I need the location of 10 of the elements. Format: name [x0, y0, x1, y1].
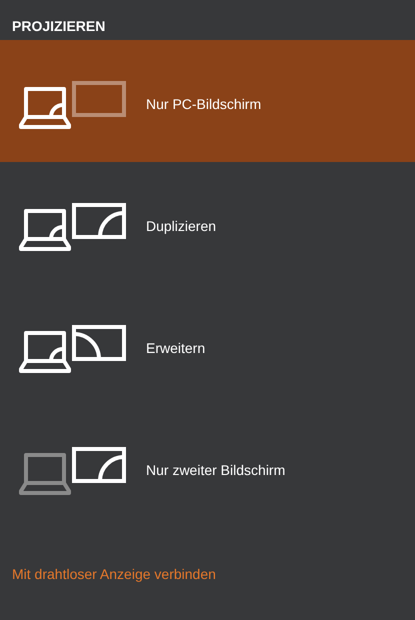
- laptop-monitor-icon: [18, 447, 128, 497]
- display-mode-option[interactable]: Duplizieren: [0, 162, 415, 284]
- display-mode-option[interactable]: Nur PC-Bildschirm: [0, 40, 415, 162]
- display-mode-option[interactable]: Erweitern: [0, 284, 415, 406]
- laptop-monitor-icon: [18, 325, 128, 375]
- laptop-monitor-icon: [18, 81, 128, 131]
- wireless-display-link[interactable]: Mit drahtloser Anzeige verbinden: [12, 566, 216, 582]
- panel-title: PROJIZIEREN: [11, 17, 106, 36]
- display-mode-option[interactable]: Nur zweiter Bildschirm: [0, 406, 415, 528]
- laptop-monitor-icon: [18, 203, 128, 253]
